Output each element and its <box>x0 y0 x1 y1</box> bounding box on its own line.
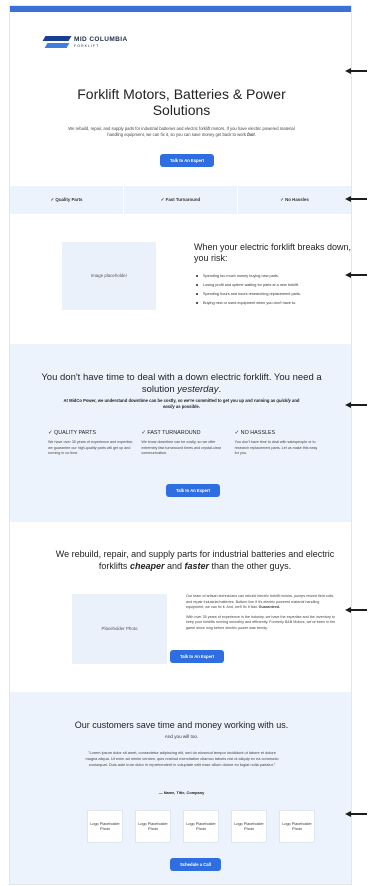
risk-list: Spending too much money buying new parts… <box>196 274 346 310</box>
benefit-text: You don't have time to deal with salespe… <box>234 440 318 456</box>
feature-quality: ✓ Quality Parts <box>10 186 124 214</box>
downtime-cta-button[interactable]: Talk to An Expert <box>166 484 220 497</box>
feature-hassles: ✓ No Hassles <box>280 197 309 202</box>
risk-item: Buying new or used equipment when you do… <box>196 301 346 305</box>
risk-item: Losing profit and uptime waiting for par… <box>196 283 346 287</box>
logo-placeholder: Logo Placeholder Photo <box>87 810 123 843</box>
arrow-icon <box>345 196 367 202</box>
downtime-lead: At MidCo Power, we understand downtime c… <box>63 398 300 410</box>
benefit-text: We know downtime can be costly, so we of… <box>141 440 222 456</box>
benefit-text: We have over 35 years of experience and … <box>48 440 134 456</box>
logo-row: Logo Placeholder Photo Logo Placeholder … <box>87 810 315 843</box>
logo-mark-icon <box>42 36 72 50</box>
rebuild-body: Our team of artisan technicians can rebu… <box>186 594 336 635</box>
testimonials-title: Our customers save time and money workin… <box>74 720 289 730</box>
benefit-title: ✓ QUALITY PARTS <box>48 430 96 436</box>
photo-placeholder: Placeholder Photo <box>72 594 167 664</box>
arrow-icon <box>345 272 367 278</box>
benefit-column: ✓ QUALITY PARTS We have over 35 years of… <box>48 430 141 457</box>
benefit-column: ✓ FAST TURNAROUND We know downtime can b… <box>141 430 234 457</box>
brand-name: MID COLUMBIA <box>74 36 128 44</box>
schedule-call-button[interactable]: Schedule a Call <box>170 858 221 871</box>
risk-item: Spending too much money buying new parts… <box>196 274 346 278</box>
rebuild-cta-button[interactable]: Talk to An Expert <box>170 650 224 663</box>
testimonial-quote: "Lorem ipsum dolor sit amet, consectetur… <box>85 750 279 767</box>
arrow-icon <box>345 607 367 613</box>
image-placeholder: Image placeholder <box>62 242 156 310</box>
testimonial-attribution: — Name, Title, Company <box>158 790 205 795</box>
brand-logo[interactable]: MID COLUMBIA FORKLIFT <box>42 36 128 50</box>
benefit-title: ✓ NO HASSLES <box>234 430 276 436</box>
testimonials-section: Our customers save time and money workin… <box>10 692 351 884</box>
logo-placeholder: Logo Placeholder Photo <box>279 810 315 843</box>
logo-placeholder: Logo Placeholder Photo <box>183 810 219 843</box>
hero-title: Forklift Motors, Batteries & Power Solut… <box>77 86 286 119</box>
rebuild-section: We rebuild, repair, and supply parts for… <box>10 522 351 692</box>
risk-section: Image placeholder When your electric for… <box>10 214 351 344</box>
hero-lead: We rebuild, repair, and supply parts for… <box>68 126 295 138</box>
benefit-columns: ✓ QUALITY PARTS We have over 35 years of… <box>48 430 328 457</box>
hero-cta-button[interactable]: Talk to An Expert <box>160 154 214 167</box>
landing-page-mockup: MID COLUMBIA FORKLIFT Forklift Motors, B… <box>9 5 352 885</box>
benefit-title: ✓ FAST TURNAROUND <box>141 430 201 436</box>
arrow-icon <box>345 68 367 74</box>
logo-placeholder: Logo Placeholder Photo <box>231 810 267 843</box>
hero-section: MID COLUMBIA FORKLIFT Forklift Motors, B… <box>10 12 351 186</box>
risk-title: When your electric forklift breaks down,… <box>194 242 352 263</box>
rebuild-paragraph: With over 35 years of experience in the … <box>186 614 336 630</box>
rebuild-title: We rebuild, repair, and supply parts for… <box>55 549 335 572</box>
features-bar: ✓ Quality Parts ✓ Fast Turnaround ✓ No H… <box>10 186 351 214</box>
rebuild-paragraph: Our team of artisan technicians can rebu… <box>186 594 335 610</box>
arrow-icon <box>345 402 367 408</box>
testimonials-subtitle: And you will too. <box>164 734 199 739</box>
downtime-section: You don't have time to deal with a down … <box>10 344 351 522</box>
risk-item: Spending hours and hours researching rep… <box>196 292 346 296</box>
feature-turnaround: ✓ Fast Turnaround <box>124 186 238 214</box>
downtime-title: You don't have time to deal with a down … <box>41 372 322 395</box>
benefit-column: ✓ NO HASSLES You don't have time to deal… <box>235 430 328 457</box>
logo-placeholder: Logo Placeholder Photo <box>135 810 171 843</box>
brand-sub: FORKLIFT <box>74 43 100 48</box>
arrow-icon <box>345 811 367 817</box>
